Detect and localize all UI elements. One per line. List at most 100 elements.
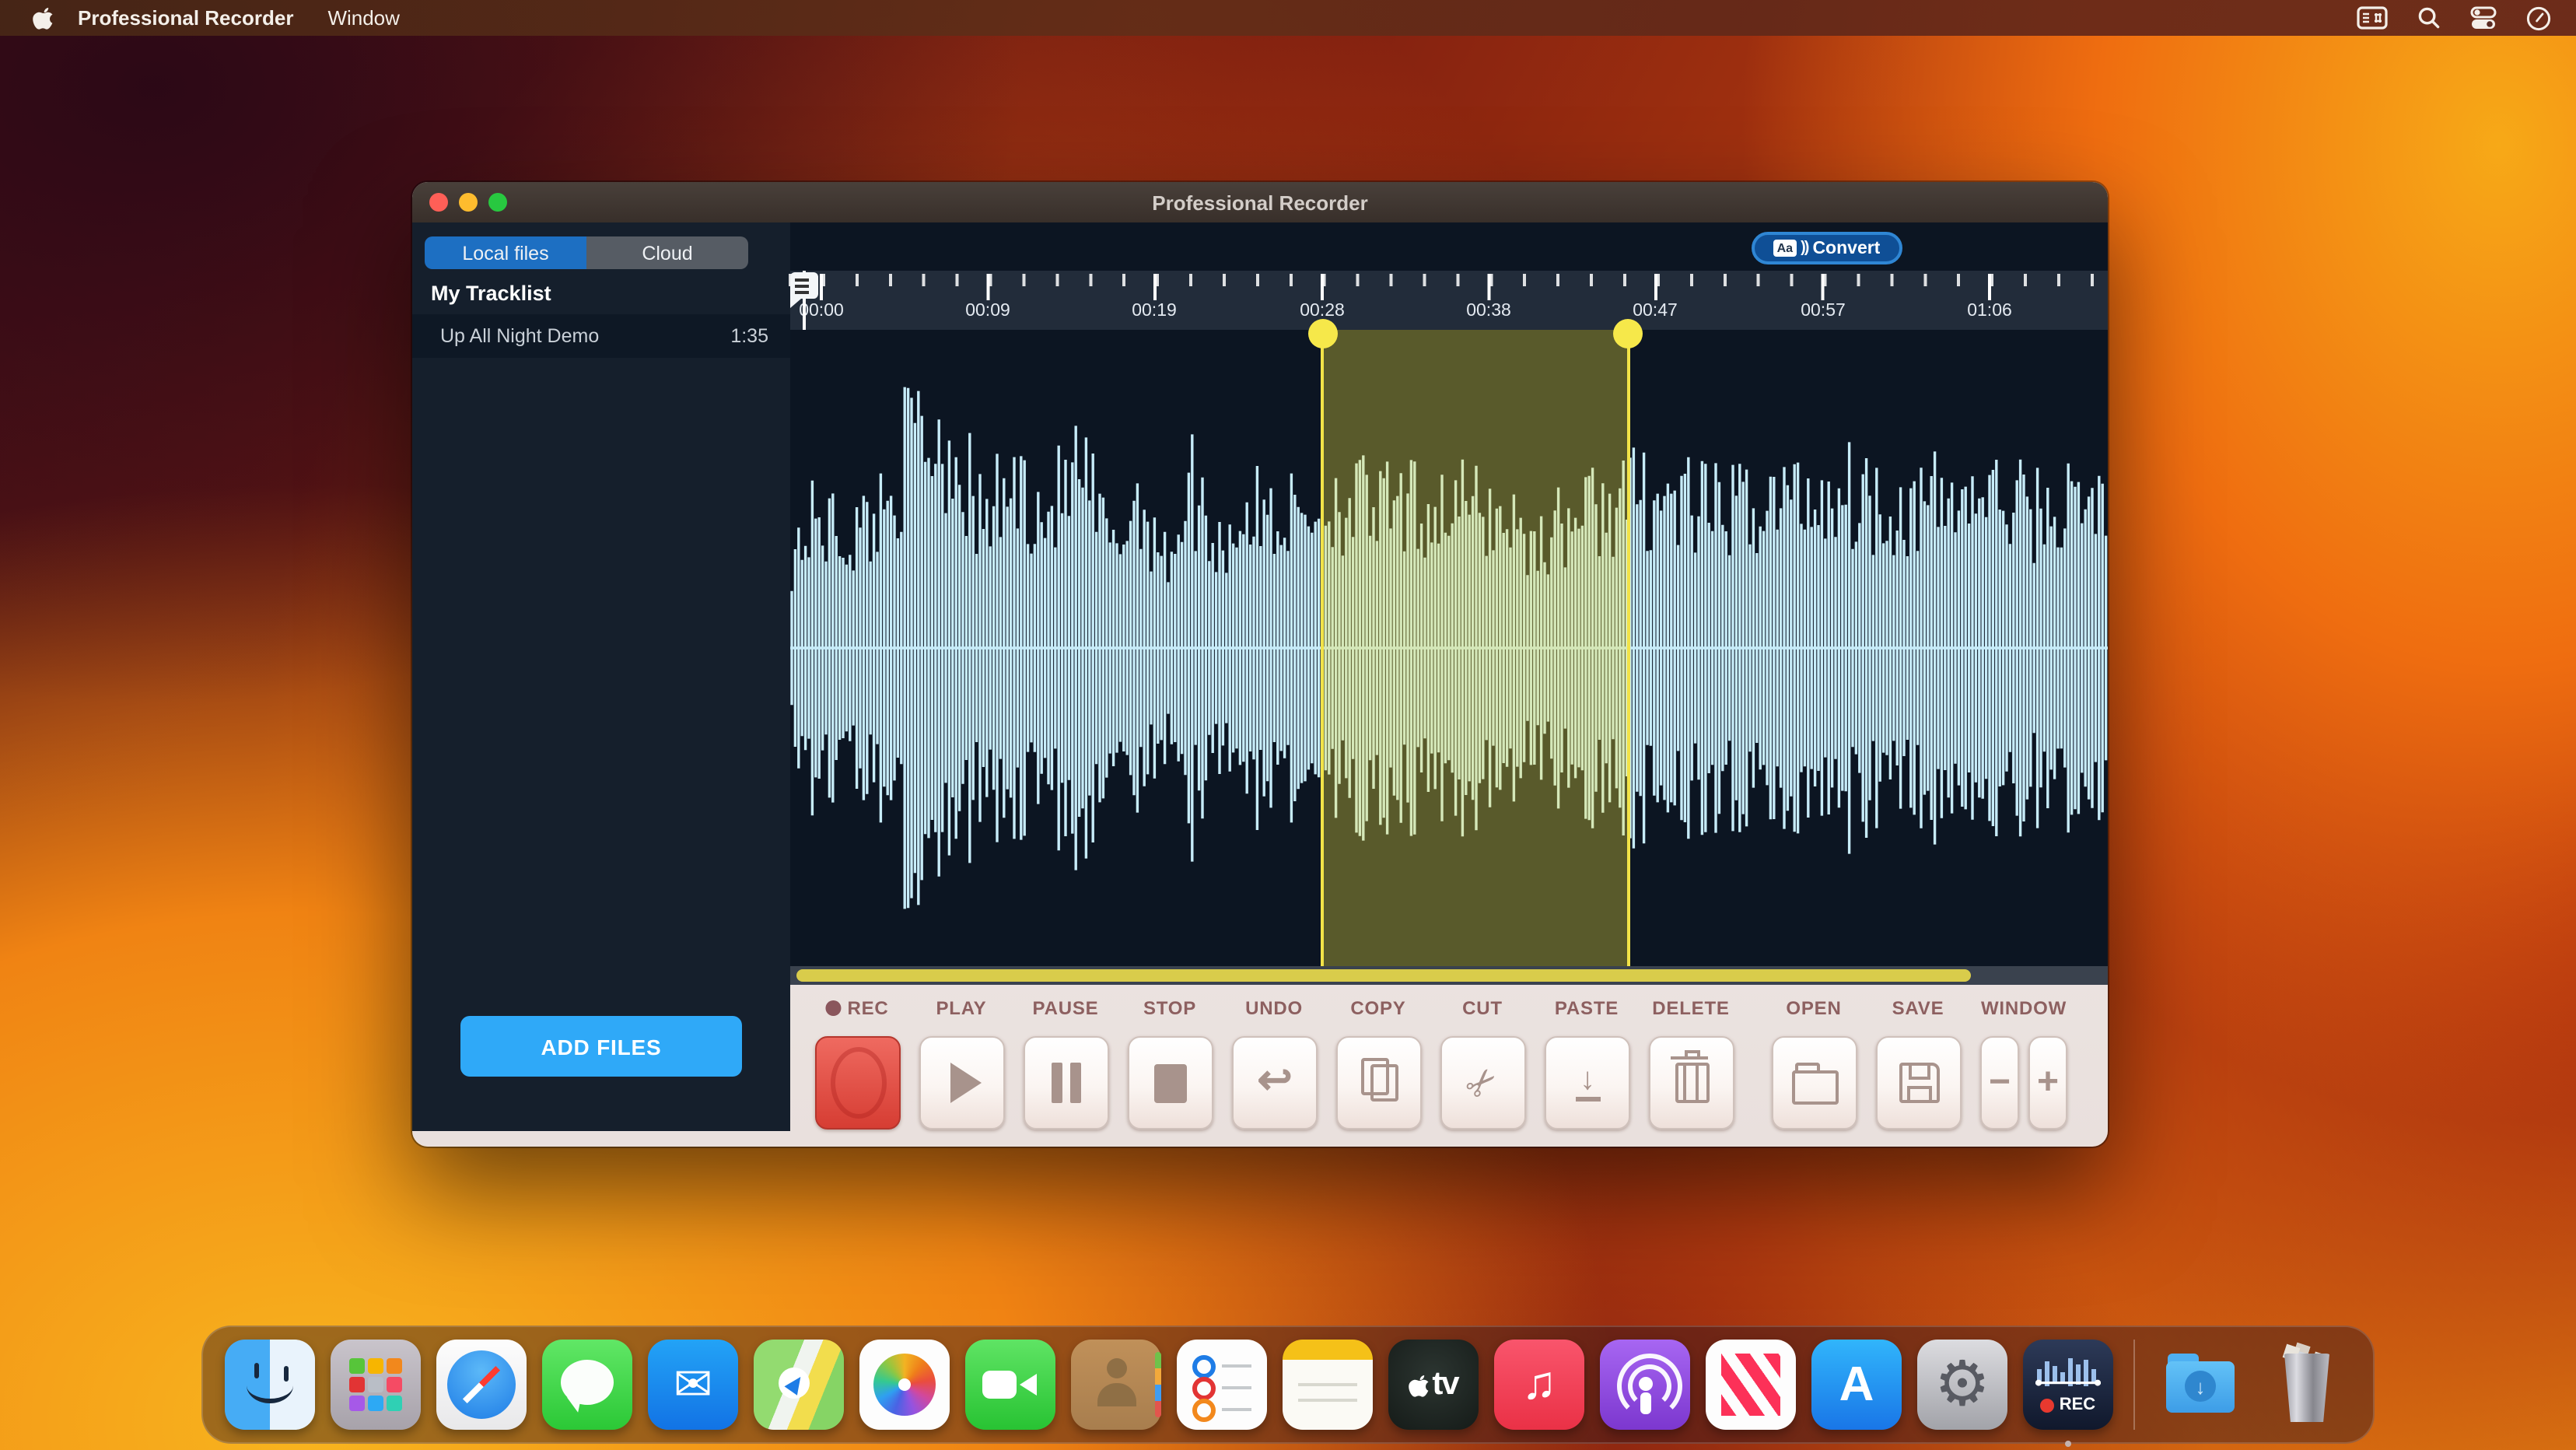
dock-item-mail[interactable]: ✉ — [648, 1340, 738, 1430]
stop-button[interactable] — [1128, 1036, 1213, 1130]
gear-icon: ⚙ — [1934, 1349, 1990, 1420]
label-pause: PAUSE — [1033, 997, 1099, 1019]
pause-button[interactable] — [1024, 1036, 1109, 1130]
cut-button[interactable]: ✂ — [1440, 1036, 1526, 1130]
selection-end-handle[interactable] — [1613, 319, 1643, 348]
control-center-icon[interactable] — [2470, 6, 2497, 30]
mini-waveform-icon — [2035, 1355, 2101, 1392]
clock-icon[interactable] — [2526, 5, 2551, 30]
track-duration: 1:35 — [730, 325, 768, 347]
dock-item-safari[interactable] — [436, 1340, 527, 1430]
label-save: SAVE — [1892, 997, 1944, 1019]
record-dot-icon — [2041, 1398, 2055, 1412]
menu-bar-status-icons — [2357, 5, 2576, 30]
save-button[interactable] — [1876, 1036, 1962, 1130]
spotlight-search-icon[interactable] — [2417, 6, 2441, 30]
timeline-ruler[interactable]: 00:00 00:09 00:19 00:28 00:38 00:47 00:5… — [790, 271, 2108, 330]
label-window: WINDOW — [1981, 997, 2067, 1019]
label-paste: PASTE — [1555, 997, 1619, 1019]
tab-cloud[interactable]: Cloud — [586, 236, 748, 269]
reminder-bullets-icon — [1192, 1355, 1216, 1378]
floppy-icon — [1899, 1063, 1939, 1103]
undo-icon: ↩ — [1257, 1059, 1292, 1101]
dock-item-contacts[interactable] — [1071, 1340, 1161, 1430]
window-titlebar[interactable]: Professional Recorder — [412, 182, 2108, 224]
dock-item-podcasts[interactable] — [1600, 1340, 1690, 1430]
appstore-a-icon: A — [1839, 1357, 1874, 1413]
dock-item-music[interactable]: ♫ — [1494, 1340, 1584, 1430]
app-window: Professional Recorder Local files Cloud … — [412, 182, 2108, 1147]
dock-item-trash[interactable] — [2261, 1340, 2351, 1430]
play-button[interactable] — [919, 1036, 1005, 1130]
dock-item-messages[interactable] — [542, 1340, 632, 1430]
ruler-label: 00:28 — [1300, 302, 1345, 320]
apple-menu-icon[interactable] — [19, 6, 65, 30]
selection-start-handle[interactable] — [1308, 319, 1338, 348]
label-undo: UNDO — [1245, 997, 1303, 1019]
dock-item-photos[interactable] — [859, 1340, 950, 1430]
source-tabs: Local files Cloud — [425, 236, 748, 269]
apple-logo-icon — [1409, 1373, 1429, 1396]
record-button[interactable] — [815, 1036, 901, 1130]
label-stop: STOP — [1143, 997, 1196, 1019]
music-note-icon: ♫ — [1522, 1358, 1557, 1411]
minimize-button[interactable] — [459, 193, 478, 212]
track-name: Up All Night Demo — [440, 325, 599, 347]
delete-button[interactable] — [1649, 1036, 1734, 1130]
paste-button[interactable]: ↓ — [1545, 1036, 1630, 1130]
pause-icon — [1052, 1063, 1062, 1103]
traffic-lights — [429, 193, 507, 212]
tracklist-header: My Tracklist — [431, 282, 551, 305]
ruler-label: 01:06 — [1967, 302, 2012, 320]
dock-item-downloads[interactable]: ↓ — [2155, 1340, 2245, 1430]
ruler-label: 00:38 — [1466, 302, 1511, 320]
keyboard-input-icon[interactable] — [2357, 6, 2388, 30]
trash-can-icon — [2281, 1354, 2333, 1422]
dock-item-notes[interactable] — [1283, 1340, 1373, 1430]
label-open: OPEN — [1786, 997, 1841, 1019]
sound-waves-icon: )) — [1801, 240, 1808, 257]
rec-label: REC — [2060, 1396, 2095, 1414]
zoom-in-button[interactable]: + — [2028, 1036, 2067, 1130]
undo-button[interactable]: ↩ — [1232, 1036, 1318, 1130]
stop-icon — [1154, 1063, 1187, 1102]
copy-button[interactable] — [1336, 1036, 1422, 1130]
add-files-button[interactable]: ADD FILES — [460, 1016, 742, 1077]
menu-bar: Professional Recorder Window — [0, 0, 2576, 36]
dock-item-app-store[interactable]: A — [1811, 1340, 1902, 1430]
label-cut: CUT — [1462, 997, 1503, 1019]
ruler-label: 00:09 — [965, 302, 1010, 320]
close-button[interactable] — [429, 193, 448, 212]
notepad-icon — [1298, 1383, 1357, 1386]
zoom-button[interactable] — [488, 193, 507, 212]
envelope-icon: ✉ — [674, 1357, 712, 1412]
major-ticks — [820, 274, 2108, 300]
dock-item-reminders[interactable] — [1177, 1340, 1267, 1430]
track-row[interactable]: Up All Night Demo 1:35 — [412, 314, 790, 358]
playhead-marker[interactable] — [790, 272, 818, 299]
label-copy: COPY — [1350, 997, 1405, 1019]
dock-item-professional-recorder[interactable]: REC — [2023, 1340, 2113, 1430]
dock-item-apple-tv[interactable]: tv — [1388, 1340, 1479, 1430]
dock-item-facetime[interactable] — [965, 1340, 1055, 1430]
dock-item-launchpad[interactable] — [331, 1340, 421, 1430]
open-button[interactable] — [1772, 1036, 1857, 1130]
dock-item-system-settings[interactable]: ⚙ — [1917, 1340, 2007, 1430]
convert-button[interactable]: Aa )) Convert — [1752, 232, 1902, 264]
dock-item-news[interactable] — [1706, 1340, 1796, 1430]
zoom-out-button[interactable]: − — [1980, 1036, 2019, 1130]
menu-app-name[interactable]: Professional Recorder — [78, 6, 293, 30]
waveform-canvas[interactable] — [790, 330, 2108, 966]
convert-label: Convert — [1812, 239, 1880, 257]
copy-icon — [1370, 1064, 1398, 1102]
selection-region[interactable] — [1321, 330, 1630, 966]
menu-window[interactable]: Window — [327, 6, 400, 30]
scrollbar-thumb[interactable] — [796, 969, 1971, 982]
convert-doc-icon: Aa — [1774, 240, 1796, 257]
tab-local-files[interactable]: Local files — [425, 236, 586, 269]
ruler-label: 00:57 — [1801, 302, 1846, 320]
dock-item-finder[interactable] — [225, 1340, 315, 1430]
dock-item-maps[interactable] — [754, 1340, 844, 1430]
label-rec: REC — [825, 997, 888, 1019]
paste-icon: ↓ — [1575, 1064, 1600, 1102]
